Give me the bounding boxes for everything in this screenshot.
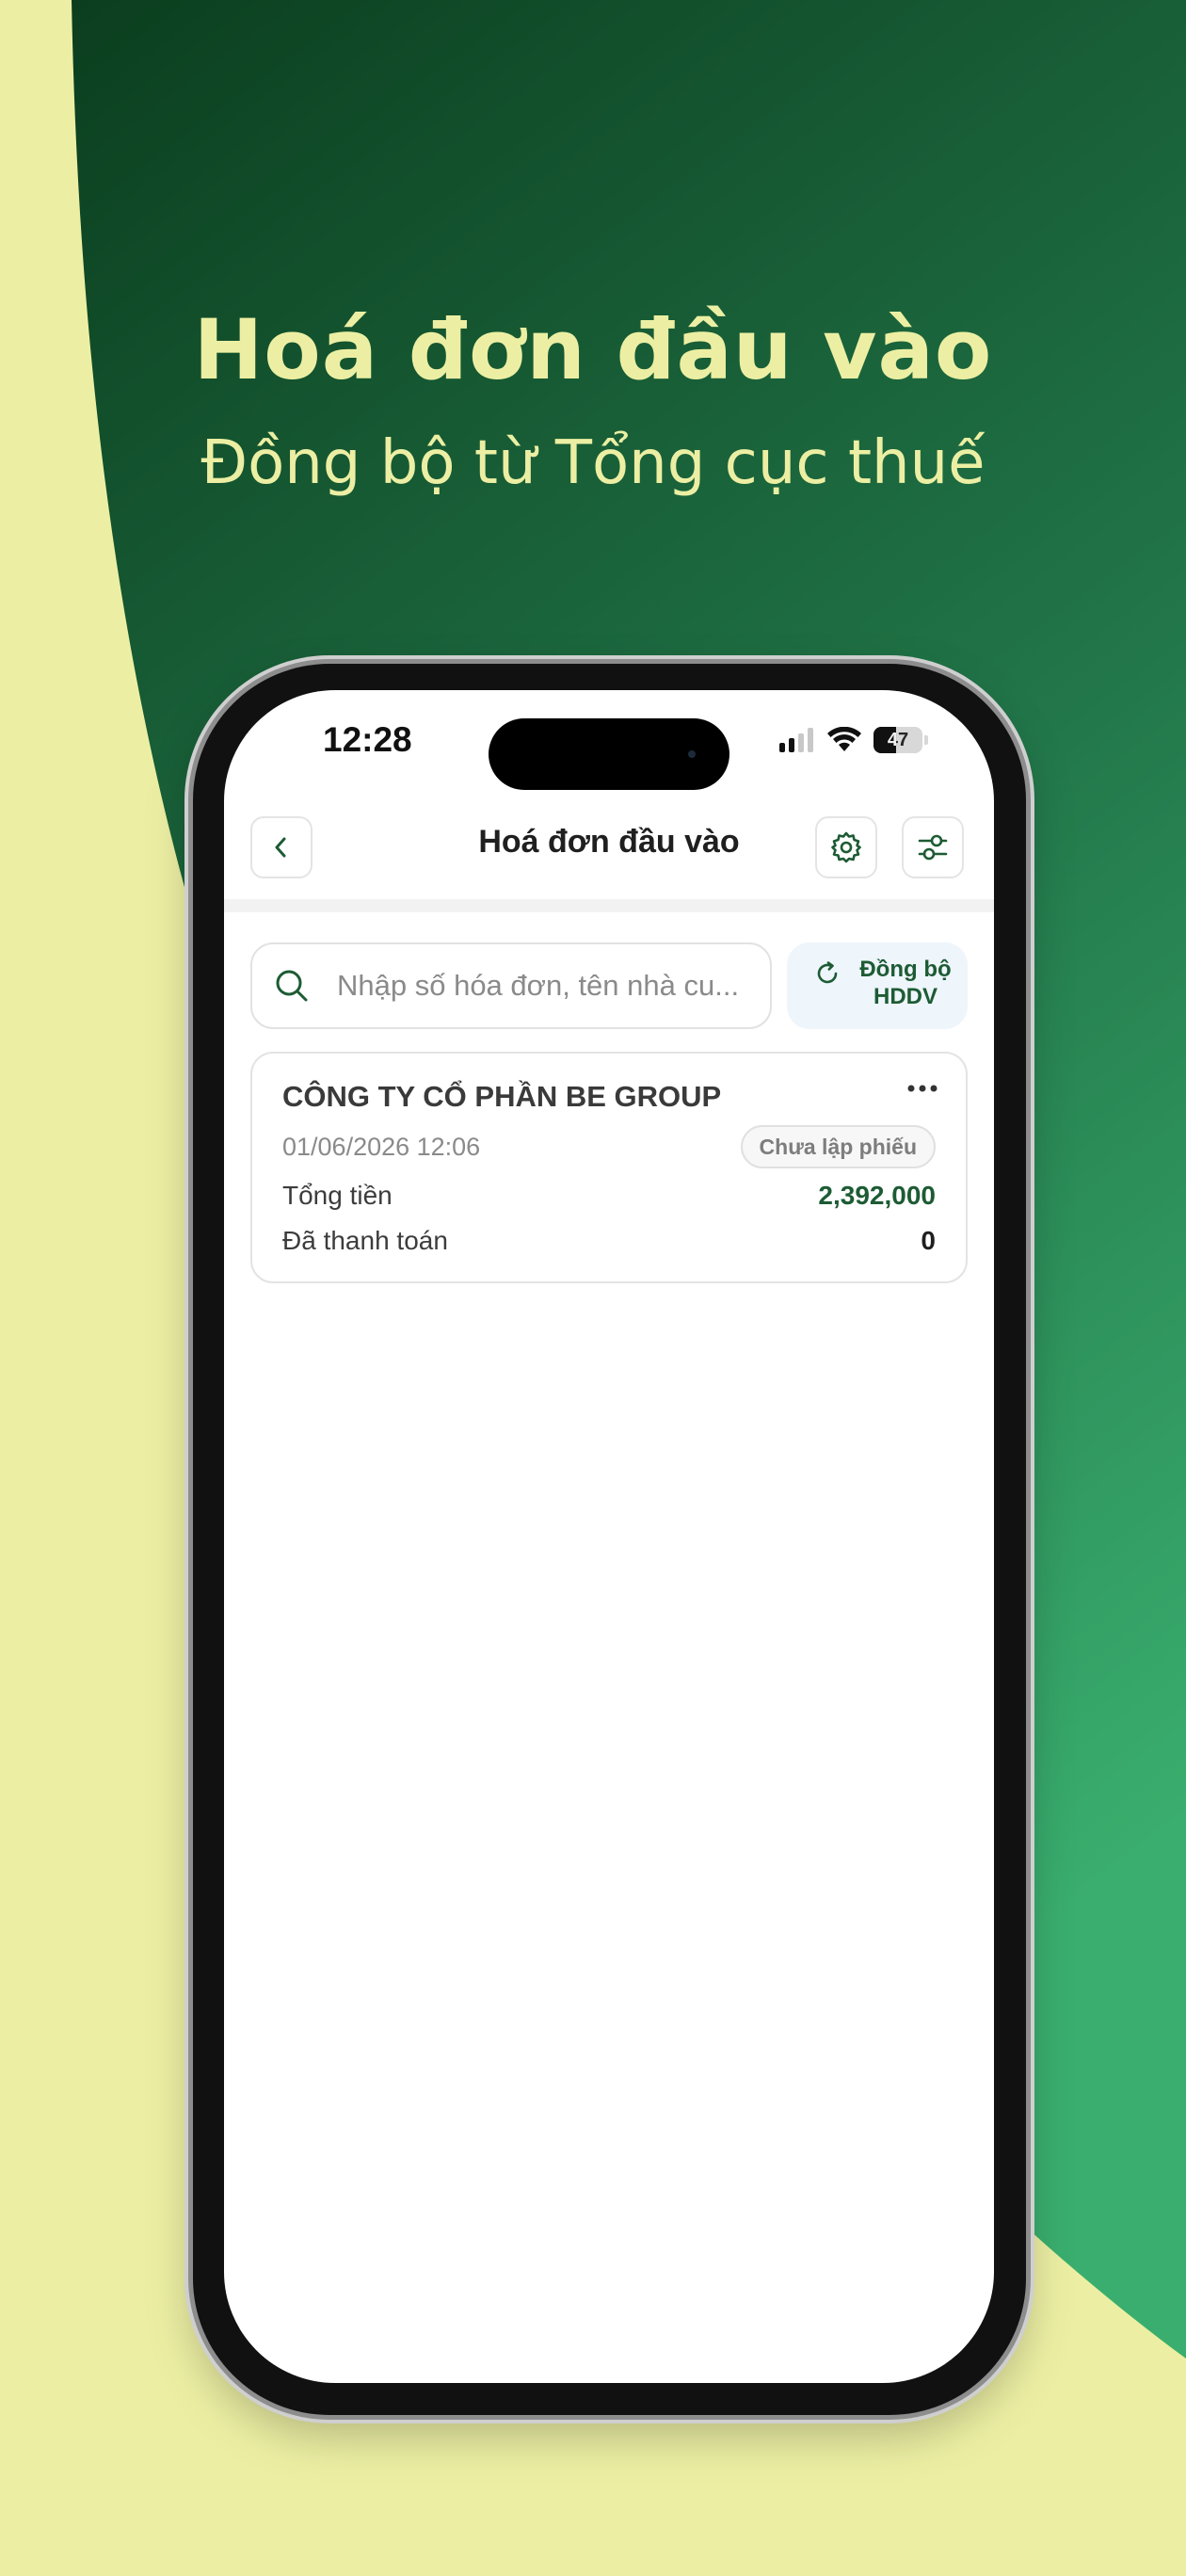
phone-action-button <box>184 1022 192 1078</box>
phone-volume-down-button <box>184 1328 192 1459</box>
search-input[interactable]: Nhập số hóa đơn, tên nhà cu... <box>250 942 772 1029</box>
page-title: Hoá đơn đầu vào <box>478 824 740 860</box>
header-divider <box>224 899 994 912</box>
sliders-icon <box>918 834 948 861</box>
invoice-card[interactable]: CÔNG TY CỔ PHẦN BE GROUP 01/06/2026 12:0… <box>250 1052 968 1283</box>
hero-subtitle: Đồng bộ từ Tổng cục thuế <box>200 428 986 498</box>
sync-label-line1: Đồng bộ <box>859 957 952 982</box>
paid-label: Đã thanh toán <box>282 1226 448 1255</box>
invoice-datetime: 01/06/2026 12:06 <box>282 1133 481 1161</box>
invoice-company: CÔNG TY CỔ PHẦN BE GROUP <box>282 1080 722 1113</box>
settings-button[interactable] <box>815 816 877 878</box>
filter-button[interactable] <box>902 816 964 878</box>
paid-value: 0 <box>921 1226 936 1255</box>
dynamic-island <box>489 718 729 790</box>
sync-label-line2: HDDV <box>873 984 938 1009</box>
phone-volume-up-button <box>184 1163 192 1295</box>
status-badge: Chưa lập phiếu <box>740 1125 936 1168</box>
search-placeholder: Nhập số hóa đơn, tên nhà cu... <box>337 969 740 1002</box>
gear-icon <box>831 831 861 863</box>
total-label: Tổng tiền <box>282 1181 393 1210</box>
wifi-icon <box>827 727 861 751</box>
total-value: 2,392,000 <box>818 1181 936 1210</box>
app-header: Hoá đơn đầu vào <box>224 794 994 899</box>
hero-title: Hoá đơn đầu vào <box>193 301 993 398</box>
battery-icon: 47 <box>873 727 922 753</box>
signal-icon <box>779 728 813 752</box>
status-icons: 47 <box>777 726 928 754</box>
phone-power-button <box>1026 1205 1034 1412</box>
status-time: 12:28 <box>323 720 412 759</box>
search-icon <box>276 970 308 1002</box>
battery-nub <box>924 735 928 745</box>
sync-button[interactable]: Đồng bộ HDDV <box>787 942 968 1029</box>
battery-percent: 47 <box>887 729 909 750</box>
status-bar: 12:28 47 <box>224 690 994 794</box>
refresh-icon <box>817 961 838 984</box>
more-icon[interactable] <box>907 1084 938 1093</box>
sync-button-label: Đồng bộ HDDV <box>849 956 962 1010</box>
phone-screen: 12:28 47 Hoá đơn đầu vào Nhập số hóa đơn… <box>224 690 994 2383</box>
camera-dot <box>688 750 696 758</box>
